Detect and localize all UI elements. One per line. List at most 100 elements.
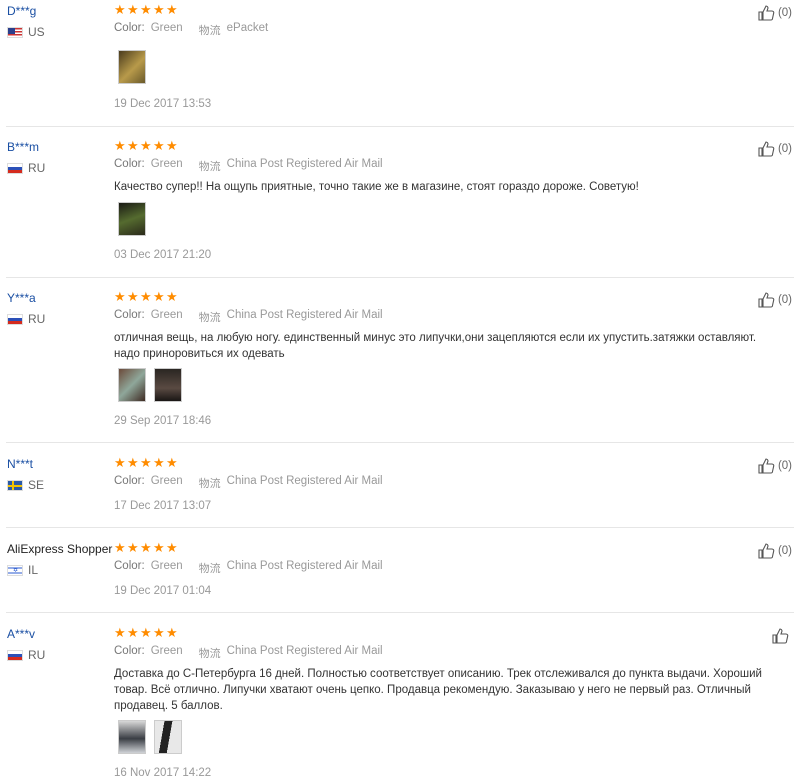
like-button[interactable]: (0) [757, 4, 792, 22]
shipping-method: China Post Registered Air Mail [226, 158, 383, 170]
star-icon: ★ [153, 625, 165, 640]
star-rating: ★ ★ ★ ★ ★ [114, 455, 178, 470]
se-flag-icon [7, 479, 23, 491]
order-info: Color: Green 物流 China Post Registered Ai… [114, 645, 383, 661]
star-icon: ★ [140, 289, 152, 304]
review-date: 19 Dec 2017 13:53 [114, 98, 212, 110]
star-icon: ★ [140, 2, 152, 17]
divider [6, 527, 794, 528]
shipping-icon: 物流 [198, 648, 221, 660]
star-icon: ★ [140, 455, 152, 470]
shipping-icon: 物流 [198, 563, 221, 575]
ru-flag-icon [7, 313, 23, 325]
like-button[interactable]: (0) [757, 140, 792, 158]
review-photo[interactable] [154, 720, 182, 754]
shipping-icon: 物流 [198, 25, 221, 37]
color-value: Green [150, 309, 183, 321]
color-label: Color: [114, 309, 145, 321]
star-icon: ★ [166, 2, 178, 17]
shipping-method: China Post Registered Air Mail [226, 475, 383, 487]
order-info: Color: Green 物流 ePacket [114, 22, 268, 38]
us-flag-icon [7, 26, 23, 38]
thumbs-up-icon [758, 543, 775, 559]
star-icon: ★ [166, 138, 178, 153]
review-photo[interactable] [118, 368, 146, 402]
review-date: 16 Nov 2017 14:22 [114, 767, 212, 779]
review-photos [118, 720, 182, 754]
star-icon: ★ [127, 289, 139, 304]
order-info: Color: Green 物流 China Post Registered Ai… [114, 560, 383, 576]
like-count: (0) [777, 460, 792, 472]
reviewer-country: SE [7, 478, 44, 492]
order-info: Color: Green 物流 China Post Registered Ai… [114, 158, 383, 174]
star-icon: ★ [153, 455, 165, 470]
shipping-method: China Post Registered Air Mail [226, 309, 383, 321]
like-button[interactable]: (0) [757, 542, 792, 560]
star-rating: ★ ★ ★ ★ ★ [114, 625, 178, 640]
reviewer-country: ✡ IL [7, 563, 38, 577]
star-icon: ★ [153, 2, 165, 17]
review-photo[interactable] [118, 50, 146, 84]
shipping-icon: 物流 [198, 478, 221, 490]
il-flag-icon: ✡ [7, 564, 23, 576]
star-icon: ★ [127, 625, 139, 640]
color-value: Green [150, 475, 183, 487]
review-text: Качество супер!! На ощупь приятные, точн… [114, 181, 639, 193]
review-photo[interactable] [118, 720, 146, 754]
shipping-method: ePacket [226, 22, 269, 34]
like-button[interactable]: (0) [757, 291, 792, 309]
star-icon: ★ [140, 625, 152, 640]
reviewer-name[interactable]: A***v [7, 627, 35, 641]
star-icon: ★ [153, 138, 165, 153]
review-date: 29 Sep 2017 18:46 [114, 415, 212, 427]
color-label: Color: [114, 475, 145, 487]
color-value: Green [150, 560, 183, 572]
review-photo[interactable] [154, 368, 182, 402]
star-rating: ★ ★ ★ ★ ★ [114, 289, 178, 304]
reviewer-name[interactable]: B***m [7, 140, 39, 154]
review-date: 17 Dec 2017 13:07 [114, 500, 212, 512]
star-icon: ★ [114, 138, 126, 153]
star-icon: ★ [127, 2, 139, 17]
star-rating: ★ ★ ★ ★ ★ [114, 138, 178, 153]
star-icon: ★ [166, 625, 178, 640]
review-photo[interactable] [118, 202, 146, 236]
like-count: (0) [777, 294, 792, 306]
color-label: Color: [114, 645, 145, 657]
star-icon: ★ [153, 289, 165, 304]
star-icon: ★ [166, 289, 178, 304]
like-count: (0) [777, 143, 792, 155]
reviewer-name[interactable]: D***g [7, 4, 36, 18]
shipping-icon: 物流 [198, 161, 221, 173]
color-label: Color: [114, 560, 145, 572]
divider [6, 277, 794, 278]
star-icon: ★ [114, 2, 126, 17]
reviewer-name[interactable]: Y***a [7, 291, 36, 305]
reviewer-country: US [7, 25, 45, 39]
country-code: RU [28, 648, 46, 662]
country-code: US [28, 25, 45, 39]
review-text: отличная вещь, на любую ногу. единственн… [114, 332, 757, 360]
star-icon: ★ [166, 540, 178, 555]
country-code: RU [28, 312, 46, 326]
reviewer-country: RU [7, 312, 45, 326]
star-icon: ★ [127, 455, 139, 470]
review-photos [118, 50, 146, 84]
divider [6, 126, 794, 127]
review-photos [118, 202, 146, 236]
thumbs-up-icon [758, 458, 775, 474]
star-icon: ★ [114, 289, 126, 304]
color-value: Green [150, 22, 183, 34]
review-photos [118, 368, 182, 402]
reviewer-name[interactable]: N***t [7, 457, 33, 471]
like-button[interactable] [771, 627, 792, 645]
thumbs-up-icon [758, 292, 775, 308]
star-icon: ★ [140, 540, 152, 555]
thumbs-up-icon [758, 141, 775, 157]
reviewer-name[interactable]: AliExpress Shopper [7, 542, 112, 556]
color-label: Color: [114, 22, 145, 34]
shipping-icon: 物流 [198, 312, 221, 324]
like-button[interactable]: (0) [757, 457, 792, 475]
order-info: Color: Green 物流 China Post Registered Ai… [114, 475, 383, 491]
like-count: (0) [777, 7, 792, 19]
